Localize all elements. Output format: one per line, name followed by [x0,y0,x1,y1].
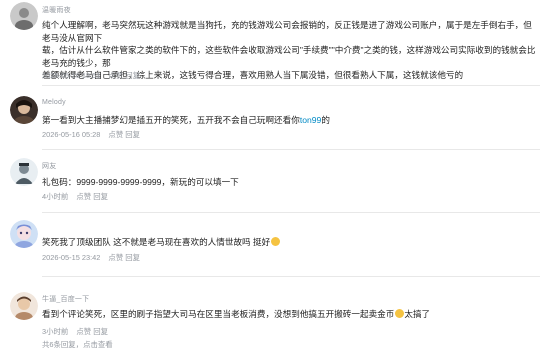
comment-body: 看到个评论笑死，区里的刷子指望大司马在区里当老板消费，没想到他搞五开搬砖一起卖金… [42,309,395,319]
divider [42,85,540,86]
avatar[interactable] [10,220,38,248]
username[interactable]: 牛逼_百度一下 [42,294,89,304]
smile-emoji-icon [271,237,281,246]
comment-item: 网友 礼包码：9999-9999-9999-9999，新玩的可以填一下 4小时前… [0,154,550,213]
like-reply-actions[interactable]: 点赞 回复 [76,327,108,336]
avatar[interactable] [10,96,38,124]
comment-body-tail: 的 [321,115,330,125]
comment-text: 笑死我了顶级团队 这不就是老马现在喜欢的人情世故吗 挺好 [42,236,540,249]
comment-meta: 4小时前 点赞 回复 [42,191,114,202]
comment-meta: 3小时前 点赞 回复 [42,326,114,337]
avatar[interactable] [10,2,38,30]
timestamp: 2026-05-16 18:51 [42,71,101,80]
timestamp: 4小时前 [42,192,69,201]
comment-item: 笑死我了顶级团队 这不就是老马现在喜欢的人情世故吗 挺好 2026-05-15 … [0,218,550,277]
timestamp: 3小时前 [42,327,69,336]
username[interactable]: Melody [42,99,66,106]
username[interactable]: 网友 [42,161,56,171]
avatar[interactable] [10,292,38,320]
like-reply-actions[interactable]: 点赞 回复 [76,192,108,201]
timestamp: 2026-05-16 05:28 [42,130,101,139]
like-reply-actions[interactable]: 点赞 回复 [108,71,140,80]
comment-line: 载，估计从什么软件管家之类的软件下的，这些软件会收取游戏公司"手续费""中介费"… [42,45,536,68]
username[interactable]: 温暖雨夜 [42,5,71,15]
divider [42,149,540,150]
laugh-emoji-icon [395,309,405,318]
divider [42,276,540,277]
comment-item: 牛逼_百度一下 看到个评论笑死，区里的刷子指望大司马在区里当老板消费，没想到他搞… [0,282,550,353]
like-reply-actions[interactable]: 点赞 回复 [108,253,140,262]
mention-link[interactable]: ton99 [300,115,322,125]
comment-meta: 2026-05-16 18:51 点赞 回复 [42,70,146,81]
like-reply-actions[interactable]: 点赞 回复 [108,130,140,139]
comment-item: 温暖雨夜 纯个人理解啊，老马突然玩这种游戏就是当狗托，充的钱游戏公司会报销的，反… [0,0,550,86]
comment-meta: 2026-05-15 23:42 点赞 回复 [42,252,146,263]
avatar[interactable] [10,158,38,186]
comment-line: 纯个人理解啊，老马突然玩这种游戏就是当狗托，充的钱游戏公司会报销的，反正钱是进了… [42,20,532,43]
timestamp: 2026-05-15 23:42 [42,253,101,262]
comment-text: 看到个评论笑死，区里的刷子指望大司马在区里当老板消费，没想到他搞五开搬砖一起卖金… [42,308,540,321]
comment-item: Melody 第一看到大主播捕梦幻是插五开的笑死，五开我不会自己玩啊还看你ton… [0,92,550,150]
comment-body: 第一看到大主播捕梦幻是插五开的笑死，五开我不会自己玩啊还看你 [42,115,300,125]
comment-body-tail: 太搞了 [404,309,431,319]
comment-body: 笑死我了顶级团队 这不就是老马现在喜欢的人情世故吗 挺好 [42,237,271,247]
comment-text: 第一看到大主播捕梦幻是插五开的笑死，五开我不会自己玩啊还看你ton99的 [42,114,540,127]
comment-text: 礼包码：9999-9999-9999-9999，新玩的可以填一下 [42,177,239,187]
view-replies-link[interactable]: 共6条回复，点击查看 [42,339,113,350]
divider [42,212,540,213]
comment-meta: 2026-05-16 05:28 点赞 回复 [42,129,146,140]
